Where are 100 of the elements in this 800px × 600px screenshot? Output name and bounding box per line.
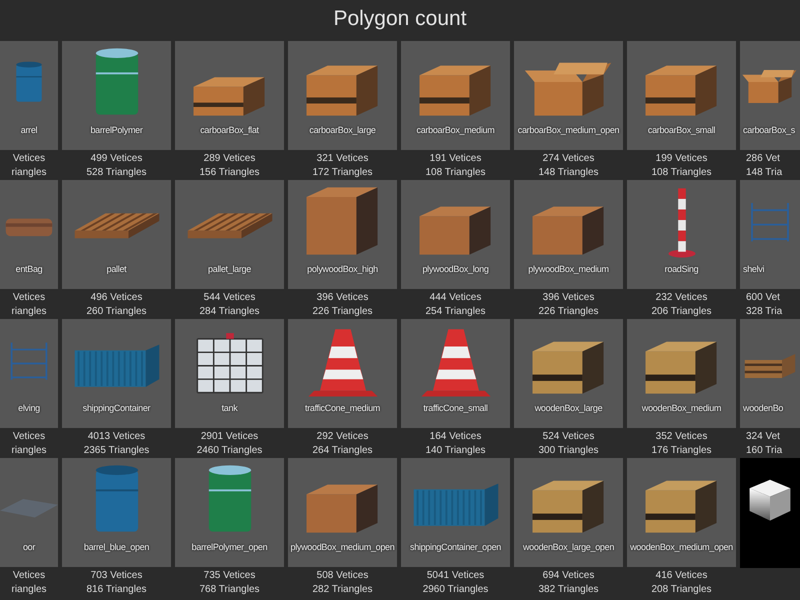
vertex-count: 396 Vetices xyxy=(316,291,368,305)
triangle-count: 108 Triangles xyxy=(651,166,712,180)
vertex-count: Vetices xyxy=(12,430,46,444)
vertex-count: 703 Vetices xyxy=(90,569,142,583)
triangle-count: 328 Tria xyxy=(746,305,782,319)
triangle-count: riangles xyxy=(11,305,47,319)
vertex-count: 5041 Vetices xyxy=(426,569,484,583)
thumbnail-tile[interactable]: pallet_large xyxy=(175,180,284,289)
thumbnail-tile[interactable]: arrel xyxy=(0,41,58,150)
asset-name: elving xyxy=(18,403,40,413)
box-drawing xyxy=(306,66,378,116)
asset-name: plywoodBox_medium xyxy=(528,264,609,274)
box-drawing xyxy=(645,480,716,533)
thumbnail-tile[interactable]: tank xyxy=(175,319,284,428)
vertex-count: 396 Vetices xyxy=(542,291,594,305)
shelf-drawing xyxy=(10,342,48,381)
thumbnail-tile[interactable]: shelvi xyxy=(740,180,800,289)
asset-name: carboarBox_large xyxy=(309,125,376,135)
box-drawing xyxy=(645,66,716,116)
thumbnail-tile[interactable]: shippingContainer xyxy=(62,319,171,428)
vertex-count: 274 Vetices xyxy=(542,152,594,166)
asset-name: barrel_blue_open xyxy=(84,542,150,552)
asset-name: barrelPolymer xyxy=(90,125,143,135)
vertex-count: 324 Vet xyxy=(746,430,780,444)
thumbnail-tile[interactable]: oor xyxy=(0,458,58,567)
vertex-count: 524 Vetices xyxy=(542,430,594,444)
open-box-drawing xyxy=(742,70,796,103)
thumbnail-tile[interactable]: barrelPolymer xyxy=(62,41,171,150)
vertex-count: 292 Vetices xyxy=(316,430,368,444)
triangle-count: 260 Triangles xyxy=(86,305,147,319)
thumbnail-tile[interactable]: carboarBox_large xyxy=(288,41,397,150)
thumbnail-tile[interactable]: polywoodBox_high xyxy=(288,180,397,289)
barrel-drawing xyxy=(95,48,138,115)
box-drawing xyxy=(306,187,378,255)
triangle-count: riangles xyxy=(11,583,47,597)
crate-drawing xyxy=(744,354,796,378)
thumbnail-tile[interactable]: woodenBox_medium_open xyxy=(627,458,736,567)
triangle-count: 156 Triangles xyxy=(199,166,260,180)
thumbnail-tile[interactable]: carboarBox_flat xyxy=(175,41,284,150)
triangle-count: 160 Tria xyxy=(746,444,782,458)
box-drawing xyxy=(532,206,604,255)
asset-name: carboarBox_medium_open xyxy=(518,125,620,135)
thumbnail-tile[interactable]: plywoodBox_medium xyxy=(514,180,623,289)
asset-name: carboarBox_small xyxy=(648,125,716,135)
barrel-drawing xyxy=(208,465,251,532)
thumbnail-tile[interactable]: woodenBox_large_open xyxy=(514,458,623,567)
floor-drawing xyxy=(0,499,58,518)
triangle-count: 254 Triangles xyxy=(425,305,486,319)
thumbnail-tile[interactable]: plywoodBox_medium_open xyxy=(288,458,397,567)
thumbnail-tile[interactable]: carboarBox_s xyxy=(740,41,800,150)
thumbnail-tile[interactable]: roadSing xyxy=(627,180,736,289)
asset-name: trafficCone_small xyxy=(423,403,488,413)
triangle-count: 148 Tria xyxy=(746,166,782,180)
triangle-count: 300 Triangles xyxy=(538,444,599,458)
vertex-count: Vetices xyxy=(12,152,46,166)
asset-name: pallet xyxy=(106,264,126,274)
thumbnail-tile[interactable]: pallet xyxy=(62,180,171,289)
vertex-count: 416 Vetices xyxy=(656,569,708,583)
thumbnail-tile[interactable]: plywoodBox_long xyxy=(401,180,510,289)
thumbnail-tile[interactable]: woodenBox_medium xyxy=(627,319,736,428)
post-drawing xyxy=(668,188,695,258)
vertex-count: 199 Vetices xyxy=(656,152,708,166)
asset-name: woodenBox_large_open xyxy=(522,542,614,552)
thumbnail-tile[interactable]: carboarBox_medium_open xyxy=(514,41,623,150)
thumbnail-tile[interactable]: carboarBox_medium xyxy=(401,41,510,150)
thumbnail-tile[interactable]: entBag xyxy=(0,180,58,289)
triangle-count: 528 Triangles xyxy=(86,166,147,180)
asset-name: barrelPolymer_open xyxy=(192,542,268,552)
thumbnail-tile[interactable]: woodenBo xyxy=(740,319,800,428)
barrel-drawing xyxy=(16,62,42,102)
thumbnail-tile[interactable]: barrel_blue_open xyxy=(62,458,171,567)
triangle-count: 2960 Triangles xyxy=(422,583,488,597)
triangle-count: 172 Triangles xyxy=(312,166,373,180)
thumbnail-tile[interactable]: shippingContainer_open xyxy=(401,458,510,567)
triangle-count: 206 Triangles xyxy=(651,305,712,319)
triangle-count: 2460 Triangles xyxy=(196,444,262,458)
triangle-count: riangles xyxy=(11,166,47,180)
vertex-count: 164 Vetices xyxy=(430,430,482,444)
triangle-count: 208 Triangles xyxy=(651,583,712,597)
box-drawing xyxy=(419,66,490,116)
triangle-count: 264 Triangles xyxy=(312,444,373,458)
vertex-count: 735 Vetices xyxy=(204,569,256,583)
box-drawing xyxy=(306,484,378,533)
vertex-count: Vetices xyxy=(12,569,46,583)
thumbnail-tile[interactable]: elving xyxy=(0,319,58,428)
thumbnail-tile[interactable]: trafficCone_medium xyxy=(288,319,397,428)
vertex-count: 600 Vet xyxy=(746,291,780,305)
thumbnail-tile[interactable]: woodenBox_large xyxy=(514,319,623,428)
triangle-count: 282 Triangles xyxy=(312,583,373,597)
asset-name: trafficCone_medium xyxy=(305,403,380,413)
asset-name: woodenBox_large xyxy=(534,403,602,413)
thumbnail-tile[interactable]: carboarBox_small xyxy=(627,41,736,150)
thumbnail-tile[interactable]: trafficCone_small xyxy=(401,319,510,428)
vertex-count: 694 Vetices xyxy=(542,569,594,583)
thumbnail-tile[interactable]: barrelPolymer_open xyxy=(175,458,284,567)
box-drawing xyxy=(419,206,490,255)
thumbnail-tile[interactable] xyxy=(740,458,800,568)
box-drawing xyxy=(532,480,604,533)
asset-name: shelvi xyxy=(742,264,764,274)
triangle-count: 176 Triangles xyxy=(651,444,712,458)
